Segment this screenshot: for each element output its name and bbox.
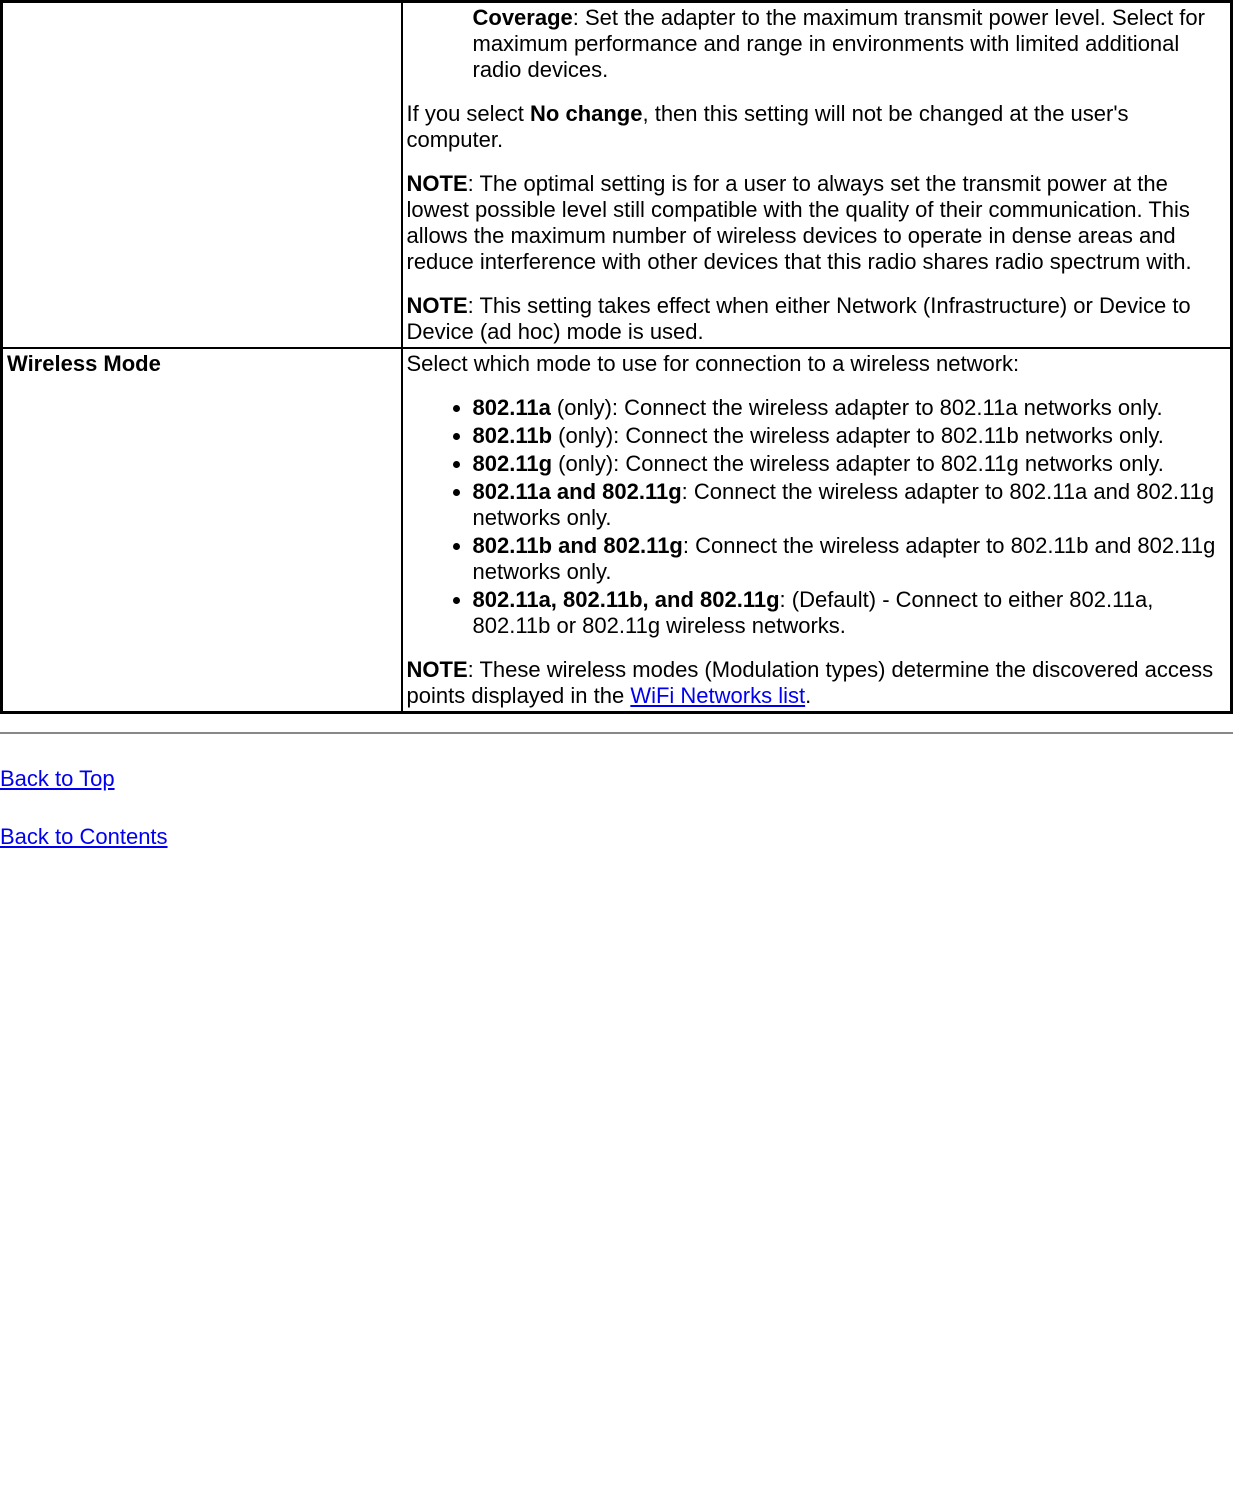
wireless-mode-label: Wireless Mode [7, 351, 161, 376]
mode-bold: 802.11a, 802.11b, and 802.11g [473, 587, 780, 612]
list-item: 802.11a, 802.11b, and 802.11g: (Default)… [473, 587, 1227, 639]
coverage-text: : Set the adapter to the maximum transmi… [473, 5, 1205, 82]
separator [0, 732, 1233, 734]
wireless-mode-list: 802.11a (only): Connect the wireless ada… [407, 395, 1227, 639]
note1-label: NOTE [407, 171, 468, 196]
setting-content-cell: Coverage: Set the adapter to the maximum… [402, 2, 1232, 349]
setting-content-cell: Select which mode to use for connection … [402, 348, 1232, 713]
mode-bold: 802.11b [473, 423, 553, 448]
mode-bold: 802.11a and 802.11g [473, 479, 682, 504]
table-row: Coverage: Set the adapter to the maximum… [2, 2, 1232, 349]
list-item: 802.11g (only): Connect the wireless ada… [473, 451, 1227, 477]
wifi-networks-link[interactable]: WiFi Networks list [630, 683, 805, 708]
back-to-top-link[interactable]: Back to Top [0, 766, 115, 791]
note2-text: : This setting takes effect when either … [407, 293, 1191, 344]
list-item: 802.11b and 802.11g: Connect the wireles… [473, 533, 1227, 585]
note2-label: NOTE [407, 293, 468, 318]
mode-bold: 802.11g [473, 451, 553, 476]
footer-links: Back to Top Back to Contents [0, 766, 1233, 850]
list-item: 802.11b (only): Connect the wireless ada… [473, 423, 1227, 449]
nochange-bold: No change [530, 101, 642, 126]
wireless-note-paragraph: NOTE: These wireless modes (Modulation t… [407, 657, 1227, 709]
wireless-note-post: . [805, 683, 811, 708]
wireless-intro: Select which mode to use for connection … [407, 351, 1227, 377]
setting-label-cell: Wireless Mode [2, 348, 402, 713]
mode-bold: 802.11a [473, 395, 551, 420]
back-to-contents-link[interactable]: Back to Contents [0, 824, 168, 849]
note1-text: : The optimal setting is for a user to a… [407, 171, 1192, 274]
note1-paragraph: NOTE: The optimal setting is for a user … [407, 171, 1227, 275]
nochange-pre: If you select [407, 101, 531, 126]
nochange-paragraph: If you select No change, then this setti… [407, 101, 1227, 153]
wireless-note-label: NOTE [407, 657, 468, 682]
settings-table: Coverage: Set the adapter to the maximum… [0, 0, 1233, 714]
setting-label-cell [2, 2, 402, 349]
mode-text: (only): Connect the wireless adapter to … [552, 451, 1164, 476]
table-row: Wireless Mode Select which mode to use f… [2, 348, 1232, 713]
coverage-label: Coverage [473, 5, 573, 30]
coverage-paragraph: Coverage: Set the adapter to the maximum… [407, 5, 1227, 83]
mode-bold: 802.11b and 802.11g [473, 533, 683, 558]
mode-text: (only): Connect the wireless adapter to … [551, 395, 1163, 420]
list-item: 802.11a and 802.11g: Connect the wireles… [473, 479, 1227, 531]
mode-text: (only): Connect the wireless adapter to … [552, 423, 1164, 448]
list-item: 802.11a (only): Connect the wireless ada… [473, 395, 1227, 421]
note2-paragraph: NOTE: This setting takes effect when eit… [407, 293, 1227, 345]
